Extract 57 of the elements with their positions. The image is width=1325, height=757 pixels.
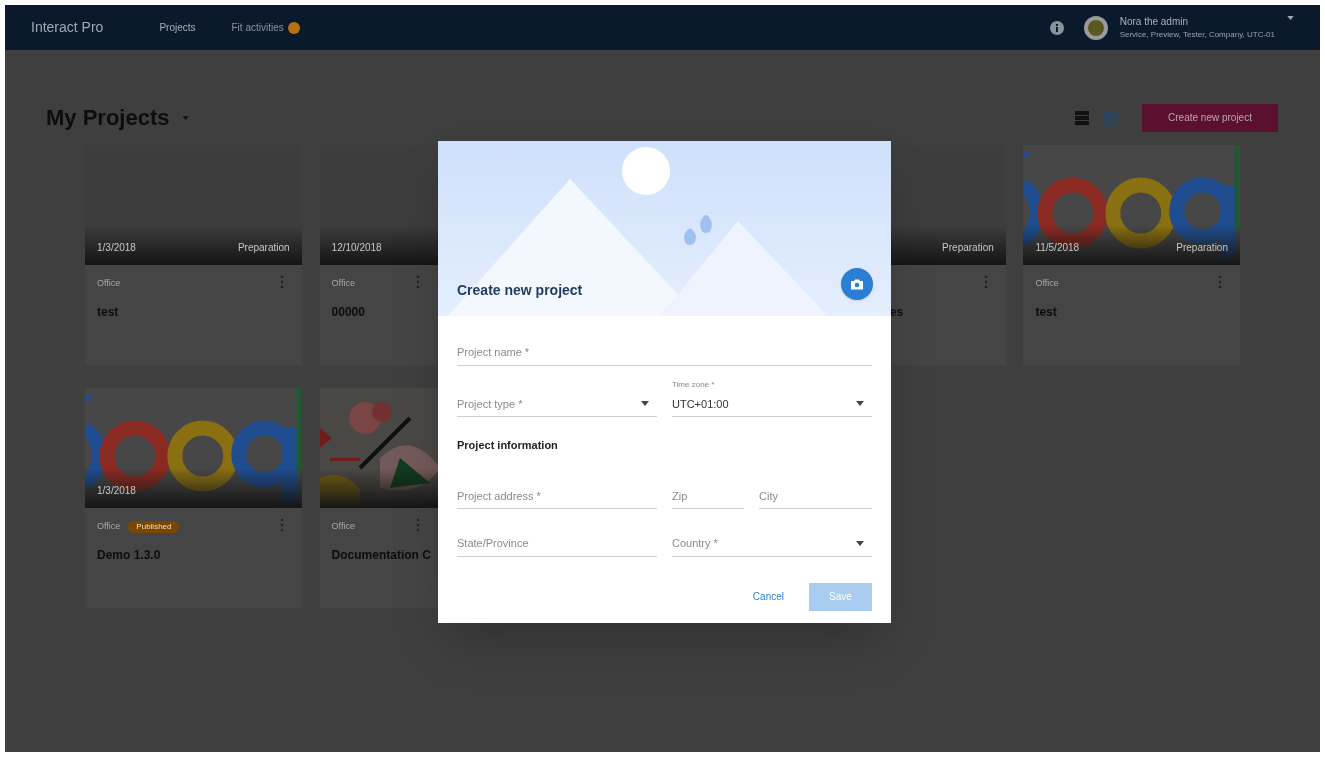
select-field[interactable]: Country *	[672, 531, 872, 557]
user-name: Nora the admin	[1119, 15, 1190, 29]
field-label: Time zone *	[672, 378, 715, 391]
project-type: Office	[331, 277, 355, 291]
project-type: Office	[331, 520, 355, 534]
text-field[interactable]: Zip	[672, 483, 744, 509]
info-icon[interactable]	[1049, 20, 1064, 35]
project-status: Preparation	[237, 241, 290, 255]
app-name: Interact Pro	[31, 18, 104, 37]
project-status: Preparation	[1176, 241, 1228, 255]
project-type: Office	[1035, 277, 1059, 291]
more-icon[interactable]	[415, 275, 420, 289]
more-icon[interactable]	[279, 518, 284, 532]
project-type: Office	[97, 277, 121, 291]
text-field[interactable]: Project name *	[457, 340, 872, 366]
caret-icon	[856, 540, 864, 546]
avatar[interactable]	[1083, 15, 1108, 40]
project-date: 12/10/2018	[331, 241, 382, 255]
project-date: 1/3/2018	[97, 241, 136, 255]
user-details: Service, Preview, Tester, Company, UTC-01	[1119, 29, 1275, 41]
text-field[interactable]: City	[759, 483, 872, 509]
project-card[interactable]: 11/5/2018 Preparation Office test	[1023, 145, 1240, 365]
section-heading: Project information	[457, 438, 559, 453]
cancel-button[interactable]: Cancel	[752, 589, 784, 604]
nav-link[interactable]: Projects	[159, 20, 196, 35]
project-title: test	[1035, 305, 1057, 319]
field-placeholder: Project type *	[457, 396, 523, 412]
project-card[interactable]: 1/3/2018 Preparation Office test	[85, 145, 302, 365]
project-status: Preparation	[942, 241, 994, 255]
grid-view-icon[interactable]	[1102, 109, 1118, 126]
caret-icon	[641, 401, 649, 407]
caret-icon[interactable]	[1287, 16, 1294, 20]
caret-icon	[856, 401, 864, 407]
text-field[interactable]: State/Province	[457, 531, 657, 557]
create-project-button[interactable]: Create new project	[1142, 103, 1278, 132]
project-title: 00000	[331, 305, 365, 319]
select-field[interactable]: Project type *	[457, 391, 657, 417]
more-icon[interactable]	[1218, 275, 1222, 289]
project-tag: Published	[128, 521, 180, 533]
nav-link[interactable]: Fit activities	[231, 20, 300, 35]
list-view-icon[interactable]	[1074, 109, 1090, 126]
project-card[interactable]: 1/3/2018 Office Published Demo 1.3.0	[85, 388, 302, 608]
project-card[interactable]: 12/10/2018 Office 00000	[319, 145, 438, 365]
more-icon[interactable]	[279, 275, 284, 289]
field-placeholder: Country *	[672, 536, 718, 551]
project-date: 11/5/2018	[1035, 241, 1080, 255]
camera-button[interactable]	[841, 268, 873, 300]
camera-icon	[850, 278, 864, 290]
more-icon[interactable]	[415, 518, 420, 532]
project-title: Demo 1.3.0	[97, 548, 161, 562]
more-icon[interactable]	[983, 275, 988, 289]
project-title: test	[97, 305, 119, 319]
project-date: 1/3/2018	[97, 484, 136, 498]
text-field[interactable]: Project address *	[457, 483, 657, 509]
dialog-title: Create new project	[457, 281, 583, 300]
field-value: UTC+01:00	[672, 396, 729, 412]
project-type: Office	[97, 520, 121, 534]
